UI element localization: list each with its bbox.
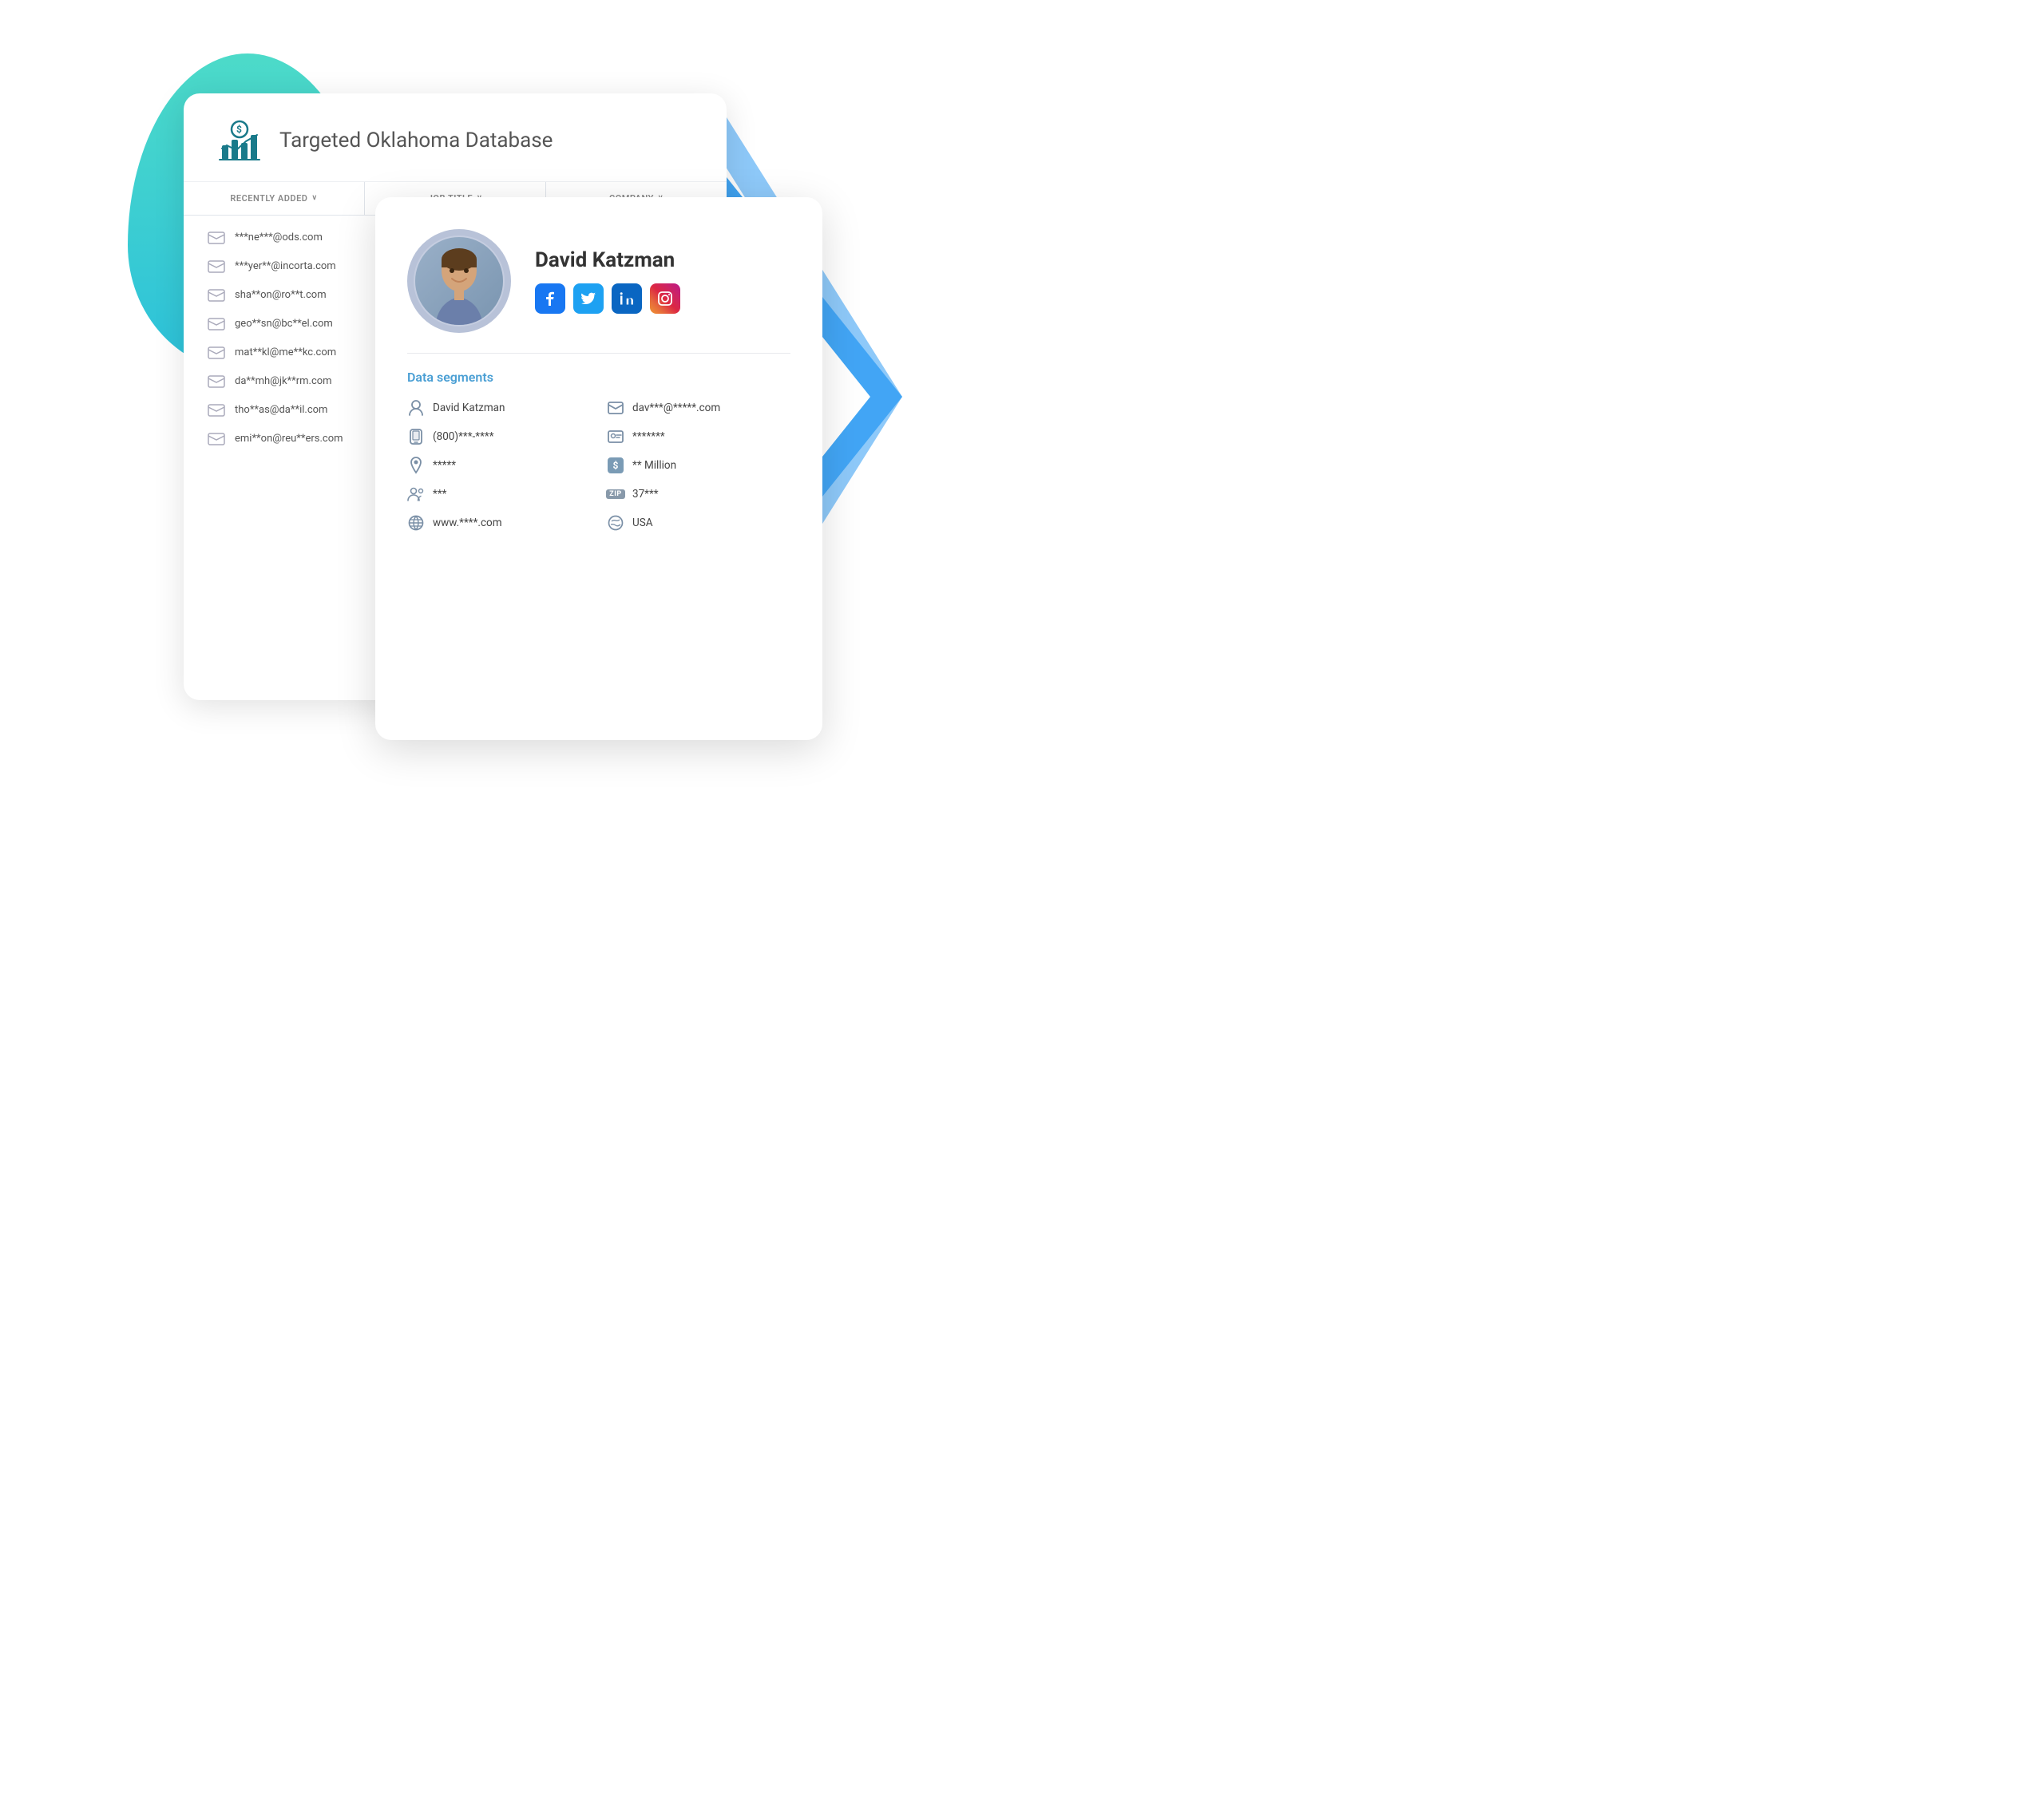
- name-value: David Katzman: [433, 402, 505, 414]
- zip-badge-icon: ZIP: [607, 485, 624, 503]
- data-item-employees: ***: [407, 485, 591, 503]
- country-value: USA: [632, 517, 653, 529]
- avatar: [407, 229, 511, 333]
- data-item-id: *******: [607, 428, 790, 445]
- social-icons: [535, 283, 790, 314]
- website-value: www.****.com: [433, 517, 502, 529]
- profile-card: David Katzman: [375, 197, 822, 740]
- email-icon: [208, 404, 225, 417]
- id-value: *******: [632, 430, 665, 443]
- card-header: $ Targeted Oklahoma Database: [184, 93, 727, 182]
- instagram-icon[interactable]: [650, 283, 680, 314]
- phone-icon: [407, 428, 425, 445]
- page-title: Targeted Oklahoma Database: [279, 128, 553, 155]
- email-icon: [208, 318, 225, 330]
- data-item-zip: ZIP 37***: [607, 485, 790, 503]
- twitter-icon[interactable]: [573, 283, 604, 314]
- data-item-phone: (800)***-****: [407, 428, 591, 445]
- data-grid: David Katzman dav***@*****.com: [407, 399, 790, 532]
- employees-value: ***: [433, 488, 446, 501]
- data-item-email: dav***@*****.com: [607, 399, 790, 417]
- country-icon: [607, 514, 624, 532]
- data-item-name: David Katzman: [407, 399, 591, 417]
- logo-icon: $: [216, 117, 263, 165]
- people-icon: [407, 485, 425, 503]
- id-icon: [607, 428, 624, 445]
- data-item-revenue: $ ** Million: [607, 457, 790, 474]
- avatar-inner: [415, 237, 503, 325]
- location-value: *****: [433, 459, 456, 472]
- linkedin-icon[interactable]: [612, 283, 642, 314]
- email-value: dav***@*****.com: [632, 402, 720, 414]
- profile-name: David Katzman: [535, 248, 790, 272]
- email-icon: [208, 433, 225, 445]
- profile-top-section: David Katzman: [407, 229, 790, 354]
- zip-value: 37***: [632, 488, 659, 501]
- email-icon: [208, 289, 225, 302]
- email-icon: [208, 346, 225, 359]
- person-icon: [407, 399, 425, 417]
- filter-recently-added[interactable]: RECENTLY ADDED: [184, 182, 365, 215]
- globe-icon: [407, 514, 425, 532]
- data-item-country: USA: [607, 514, 790, 532]
- dollar-icon: $: [607, 457, 624, 474]
- profile-info: David Katzman: [535, 248, 790, 314]
- email-icon: [208, 260, 225, 273]
- location-icon: [407, 457, 425, 474]
- data-item-location: *****: [407, 457, 591, 474]
- svg-text:$: $: [236, 124, 242, 135]
- revenue-value: ** Million: [632, 459, 676, 472]
- envelope-icon: [607, 399, 624, 417]
- facebook-icon[interactable]: [535, 283, 565, 314]
- data-item-website: www.****.com: [407, 514, 591, 532]
- email-icon: [208, 232, 225, 244]
- phone-value: (800)***-****: [433, 430, 494, 443]
- email-icon: [208, 375, 225, 388]
- data-segments-label: Data segments: [407, 370, 790, 385]
